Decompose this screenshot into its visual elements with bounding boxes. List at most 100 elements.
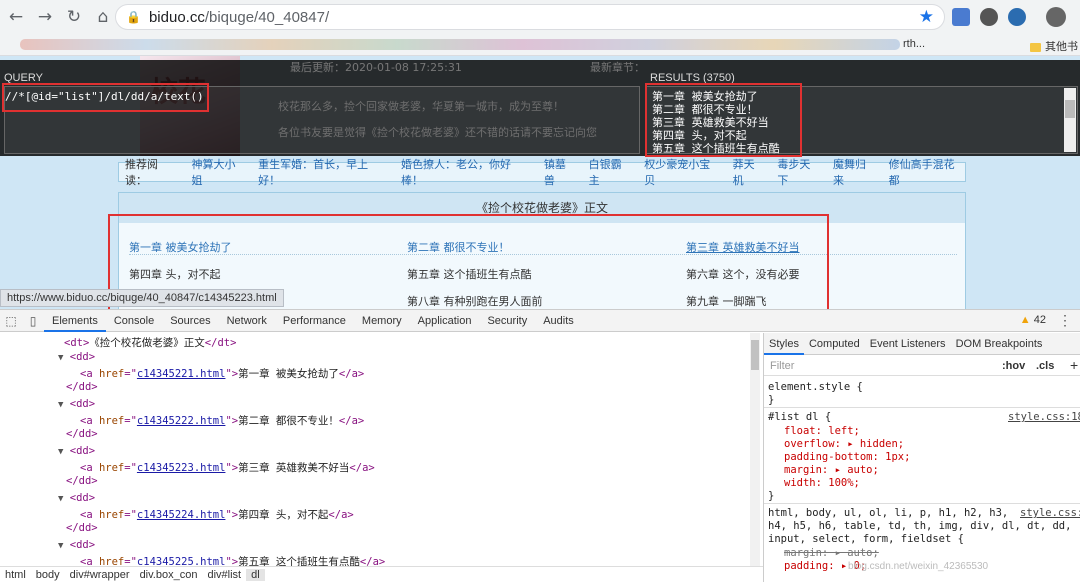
element-style-rule[interactable]: element.style { bbox=[768, 381, 863, 393]
dom-node-dd[interactable]: ▼ <dd> bbox=[58, 539, 95, 551]
href-link[interactable]: c14345221.html bbox=[137, 368, 226, 380]
last-update-text: 最后更新：2020-01-08 17:25:31 bbox=[290, 61, 462, 74]
rule-selector[interactable]: #list dl { bbox=[768, 411, 831, 423]
recommend-bar: 推荐阅读： 神算大小姐 重生军婚：首长，早上好！ 婚色撩人：老公，你好棒！ 镇墓… bbox=[118, 158, 966, 187]
href-link[interactable]: c14345225.html bbox=[137, 556, 226, 566]
add-rule-icon[interactable]: + bbox=[1070, 357, 1078, 373]
css-property[interactable]: float: left; bbox=[784, 425, 860, 437]
inspect-element-icon[interactable]: ⬚ bbox=[0, 314, 22, 328]
href-link[interactable]: c14345223.html bbox=[137, 462, 226, 474]
recommend-link[interactable]: 魔舞归来 bbox=[833, 156, 877, 188]
watermark-text: blog.csdn.net/weixin_42365530 bbox=[848, 561, 989, 572]
more-options-icon[interactable]: ⋮ bbox=[1058, 312, 1072, 329]
tab-network[interactable]: Network bbox=[219, 310, 275, 332]
dom-node-dt[interactable]: <dt>《捡个校花做老婆》正文</dt> bbox=[64, 335, 236, 350]
breadcrumb-item[interactable]: div.box_con bbox=[135, 569, 203, 581]
css-property[interactable]: padding-bottom: 1px; bbox=[784, 451, 910, 463]
breadcrumb-item[interactable]: body bbox=[31, 569, 65, 581]
tab-sources[interactable]: Sources bbox=[162, 310, 218, 332]
rule-selector[interactable]: input, select, form, fieldset { bbox=[768, 533, 964, 545]
extension-shield-icon[interactable] bbox=[1008, 8, 1026, 26]
href-link[interactable]: c14345222.html bbox=[137, 415, 226, 427]
tab-memory[interactable]: Memory bbox=[354, 310, 410, 332]
recommend-link[interactable]: 白银霸主 bbox=[589, 156, 633, 188]
warning-counter[interactable]: ▲ 42 bbox=[1020, 314, 1046, 326]
elements-scrollbar-thumb[interactable] bbox=[751, 340, 759, 370]
rule-selector[interactable]: html, body, ul, ol, li, p, h1, h2, h3, bbox=[768, 507, 1008, 519]
recommend-link[interactable]: 权少豪宠小宝贝 bbox=[644, 156, 720, 188]
url-path: /biquge/40_40847/ bbox=[204, 8, 330, 26]
extension-translate-icon[interactable] bbox=[952, 8, 970, 26]
css-property-overridden[interactable]: margin: ▸ auto; bbox=[784, 547, 879, 559]
dom-node-a[interactable]: <a href="c14345224.html">第四章 头，对不起</a> bbox=[80, 507, 354, 522]
tab-console[interactable]: Console bbox=[106, 310, 162, 332]
back-arrow-icon[interactable]: ← bbox=[3, 4, 29, 30]
css-property[interactable]: overflow: ▸ hidden; bbox=[784, 438, 904, 450]
extension-icon[interactable] bbox=[980, 8, 998, 26]
href-link[interactable]: c14345224.html bbox=[137, 509, 226, 521]
dom-node-a[interactable]: <a href="c14345221.html">第一章 被美女抢劫了</a> bbox=[80, 366, 364, 381]
tab-security[interactable]: Security bbox=[479, 310, 535, 332]
bookmarks-bar: rth... 其他书 bbox=[0, 34, 1080, 56]
tab-styles[interactable]: Styles bbox=[764, 333, 804, 355]
address-bar[interactable]: 🔒 biduo.cc/biquge/40_40847/ ★ bbox=[115, 4, 945, 30]
recommend-link[interactable]: 神算大小姐 bbox=[192, 156, 247, 188]
devtools-tabbar: ⬚ ▯ Elements Console Sources Network Per… bbox=[0, 310, 1080, 332]
breadcrumb-item-selected[interactable]: dl bbox=[246, 569, 265, 581]
class-toggle[interactable]: .cls bbox=[1036, 360, 1054, 372]
screen: ← → ↻ ⌂ 🔒 biduo.cc/biquge/40_40847/ ★ rt… bbox=[0, 0, 1080, 582]
other-bookmarks-folder[interactable]: 其他书 bbox=[1030, 38, 1078, 54]
tab-computed[interactable]: Computed bbox=[804, 333, 865, 355]
tab-performance[interactable]: Performance bbox=[275, 310, 354, 332]
tab-event-listeners[interactable]: Event Listeners bbox=[865, 333, 951, 355]
dom-node-dd[interactable]: ▼ <dd> bbox=[58, 492, 95, 504]
styles-filter-input[interactable]: Filter bbox=[770, 360, 794, 372]
dom-node-a[interactable]: <a href="c14345225.html">第五章 这个插班生有点酷</a… bbox=[80, 554, 385, 566]
warning-count: 42 bbox=[1033, 314, 1046, 326]
breadcrumb-item[interactable]: div#wrapper bbox=[65, 569, 135, 581]
rule-source-link[interactable]: style.css: bbox=[1020, 507, 1080, 519]
recommend-link[interactable]: 毒步天下 bbox=[777, 156, 821, 188]
bookmark-item[interactable]: rth... bbox=[903, 38, 925, 50]
reload-icon[interactable]: ↻ bbox=[61, 4, 87, 30]
forward-arrow-icon[interactable]: → bbox=[32, 4, 58, 30]
url-host: biduo.cc bbox=[148, 8, 205, 26]
breadcrumb-item[interactable]: div#list bbox=[202, 569, 246, 581]
recommend-link[interactable]: 莽天机 bbox=[733, 156, 766, 188]
tab-application[interactable]: Application bbox=[410, 310, 480, 332]
rule-close: } bbox=[768, 394, 775, 406]
device-toolbar-icon[interactable]: ▯ bbox=[22, 314, 44, 328]
query-highlight-box bbox=[2, 83, 209, 112]
recommend-link[interactable]: 修仙高手混花都 bbox=[889, 156, 965, 188]
bookmark-star-icon[interactable]: ★ bbox=[919, 7, 934, 27]
rule-selector[interactable]: h4, h5, h6, table, td, th, img, div, dl,… bbox=[768, 520, 1071, 532]
anchor-text: 第三章 英雄救美不好当 bbox=[238, 462, 350, 474]
url-text: biduo.cc/biquge/40_40847/ bbox=[149, 9, 329, 26]
blurred-bookmarks bbox=[20, 39, 900, 50]
divider bbox=[764, 503, 1080, 504]
profile-avatar-icon[interactable] bbox=[1046, 7, 1066, 27]
dom-node-dd[interactable]: ▼ <dd> bbox=[58, 398, 95, 410]
recommend-link[interactable]: 婚色撩人：老公，你好棒！ bbox=[401, 156, 532, 188]
dom-node-dd[interactable]: ▼ <dd> bbox=[58, 445, 95, 457]
breadcrumb-item[interactable]: html bbox=[0, 569, 31, 581]
rule-source-link[interactable]: style.css:18 bbox=[1008, 411, 1080, 423]
dom-node-dd-close: </dd> bbox=[66, 522, 98, 534]
recommend-link[interactable]: 镇墓兽 bbox=[544, 156, 577, 188]
dom-node-a[interactable]: <a href="c14345223.html">第三章 英雄救美不好当</a> bbox=[80, 460, 375, 475]
results-scrollbar-thumb[interactable] bbox=[1065, 100, 1075, 118]
divider bbox=[764, 407, 1080, 408]
dom-node-a[interactable]: <a href="c14345222.html">第二章 都很不专业！</a> bbox=[80, 413, 364, 428]
dom-node-dd[interactable]: ▼ <dd> bbox=[58, 351, 95, 363]
tab-elements[interactable]: Elements bbox=[44, 310, 106, 332]
css-property[interactable]: width: 100%; bbox=[784, 477, 860, 489]
tab-audits[interactable]: Audits bbox=[535, 310, 582, 332]
recommend-link[interactable]: 重生军婚：首长，早上好！ bbox=[258, 156, 389, 188]
styles-pane: Styles Computed Event Listeners DOM Brea… bbox=[763, 333, 1080, 582]
home-icon[interactable]: ⌂ bbox=[90, 4, 116, 30]
hover-state-toggle[interactable]: :hov bbox=[1002, 360, 1025, 372]
css-property[interactable]: margin: ▸ auto; bbox=[784, 464, 879, 476]
latest-chapter-text: 最新章节： bbox=[590, 61, 645, 74]
results-scrollbar[interactable] bbox=[1064, 88, 1076, 152]
tab-dom-breakpoints[interactable]: DOM Breakpoints bbox=[951, 333, 1048, 355]
